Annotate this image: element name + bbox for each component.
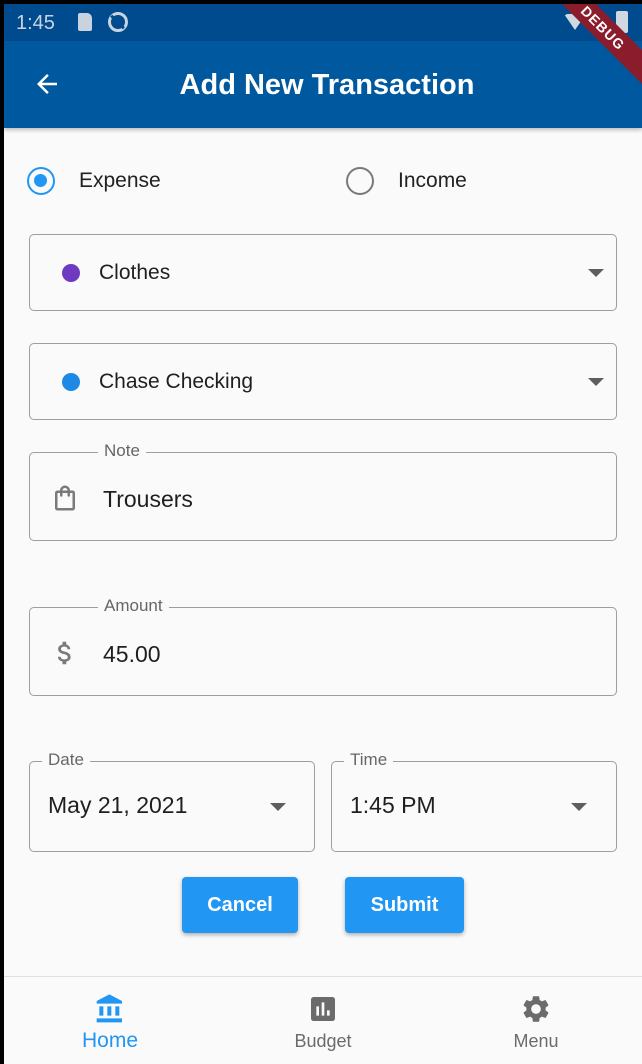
- expense-radio-button[interactable]: [27, 167, 55, 195]
- time-value: 1:45 PM: [350, 792, 436, 818]
- nav-item-budget[interactable]: Budget: [217, 977, 429, 1064]
- app-screen: 1:45 DEBUG Add New Transaction Expense I…: [4, 4, 642, 1064]
- date-value: May 21, 2021: [48, 792, 188, 818]
- submit-button[interactable]: Submit: [345, 877, 464, 933]
- app-bar: Add New Transaction: [4, 41, 642, 128]
- cancel-button[interactable]: Cancel: [182, 877, 298, 933]
- nav-item-home[interactable]: Home: [4, 977, 216, 1064]
- amount-input[interactable]: 45.00: [103, 641, 161, 668]
- category-dropdown[interactable]: Clothes: [29, 234, 617, 311]
- chevron-down-icon: [270, 803, 286, 811]
- income-radio-button[interactable]: [346, 167, 374, 195]
- chevron-down-icon: [588, 269, 604, 277]
- bar-chart-icon: [311, 997, 335, 1021]
- status-time: 1:45: [16, 12, 55, 34]
- radio-expense[interactable]: Expense: [27, 164, 161, 198]
- date-field-label: Date: [42, 750, 90, 770]
- category-color-dot: [62, 264, 80, 282]
- amount-field[interactable]: Amount 45.00: [29, 596, 617, 696]
- chevron-down-icon: [588, 378, 604, 386]
- nav-label-budget: Budget: [294, 1031, 352, 1051]
- note-input[interactable]: Trousers: [103, 486, 193, 513]
- nav-label-home: Home: [81, 1029, 139, 1052]
- bottom-navigation: Home Budget Menu: [4, 976, 642, 1064]
- note-field[interactable]: Note Trousers: [29, 441, 617, 541]
- income-radio-label: Income: [398, 169, 467, 192]
- nav-label-menu: Menu: [513, 1031, 559, 1051]
- category-selected-label: Clothes: [99, 261, 171, 284]
- nav-item-menu[interactable]: Menu: [430, 977, 642, 1064]
- chevron-down-icon: [571, 803, 587, 811]
- time-field-label: Time: [344, 750, 394, 770]
- status-bar: 1:45: [4, 4, 642, 41]
- note-field-label: Note: [98, 441, 146, 461]
- bank-icon: [96, 994, 122, 1023]
- sd-card-icon: [78, 13, 92, 31]
- account-color-dot: [62, 373, 80, 391]
- sync-off-icon: [108, 12, 128, 32]
- account-dropdown[interactable]: Chase Checking: [29, 343, 617, 420]
- time-field[interactable]: Time 1:45 PM: [331, 750, 617, 852]
- date-field[interactable]: Date May 21, 2021: [29, 750, 315, 852]
- radio-income[interactable]: Income: [346, 164, 467, 198]
- page-title: Add New Transaction: [179, 69, 475, 101]
- dollar-icon: [57, 641, 71, 665]
- account-selected-label: Chase Checking: [99, 370, 254, 393]
- expense-radio-label: Expense: [79, 169, 161, 192]
- amount-field-label: Amount: [98, 596, 169, 616]
- shopping-bag-icon: [55, 485, 75, 511]
- gear-icon: [523, 996, 549, 1022]
